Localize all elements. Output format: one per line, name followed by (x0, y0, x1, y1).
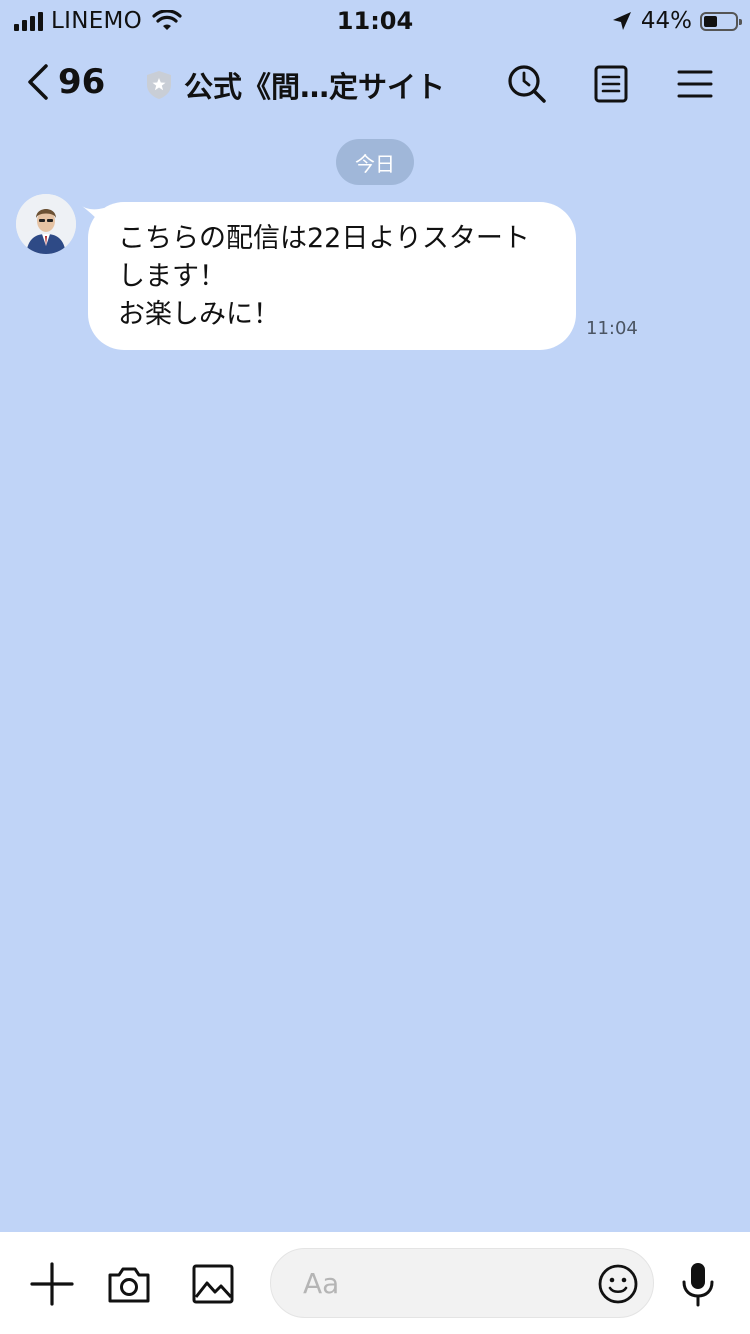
status-right: 44% (611, 8, 742, 34)
plus-icon (30, 1262, 74, 1306)
camera-icon (108, 1267, 150, 1303)
search-button[interactable] (505, 62, 549, 106)
message-input-bar (0, 1232, 750, 1334)
search-icon (508, 65, 546, 103)
chevron-left-icon (28, 64, 48, 100)
menu-icon (677, 70, 713, 98)
sender-avatar[interactable] (16, 194, 76, 254)
battery-icon (700, 11, 742, 31)
microphone-icon (682, 1263, 714, 1307)
chat-header: 96 公式《間…定サイト (0, 48, 750, 120)
date-separator: 今日 (336, 139, 414, 185)
image-icon (192, 1264, 234, 1304)
official-badge-icon (147, 71, 171, 99)
location-arrow-icon (612, 12, 631, 30)
message-timestamp: 11:04 (586, 318, 638, 339)
sender-avatar-image (16, 194, 76, 254)
emoji-icon[interactable] (596, 1262, 640, 1306)
menu-button[interactable] (673, 62, 717, 106)
notes-button[interactable] (589, 62, 633, 106)
add-button[interactable] (28, 1260, 76, 1308)
notes-icon (594, 65, 628, 103)
battery-level-fill (704, 15, 718, 27)
camera-button[interactable] (105, 1260, 153, 1308)
voice-button[interactable] (674, 1260, 722, 1308)
status-bar: LINEMO 11:04 44% (0, 0, 750, 42)
battery-percent: 44% (640, 8, 692, 34)
message-bubble[interactable]: こちらの配信は22日よりスタートします！ お楽しみに！ (88, 202, 576, 350)
chat-title[interactable]: 公式《間…定サイト (146, 64, 445, 106)
chat-title-text: 公式《間…定サイト (184, 70, 446, 104)
image-button[interactable] (189, 1260, 237, 1308)
unread-count: 96 (58, 62, 106, 102)
back-button[interactable]: 96 (26, 62, 105, 102)
